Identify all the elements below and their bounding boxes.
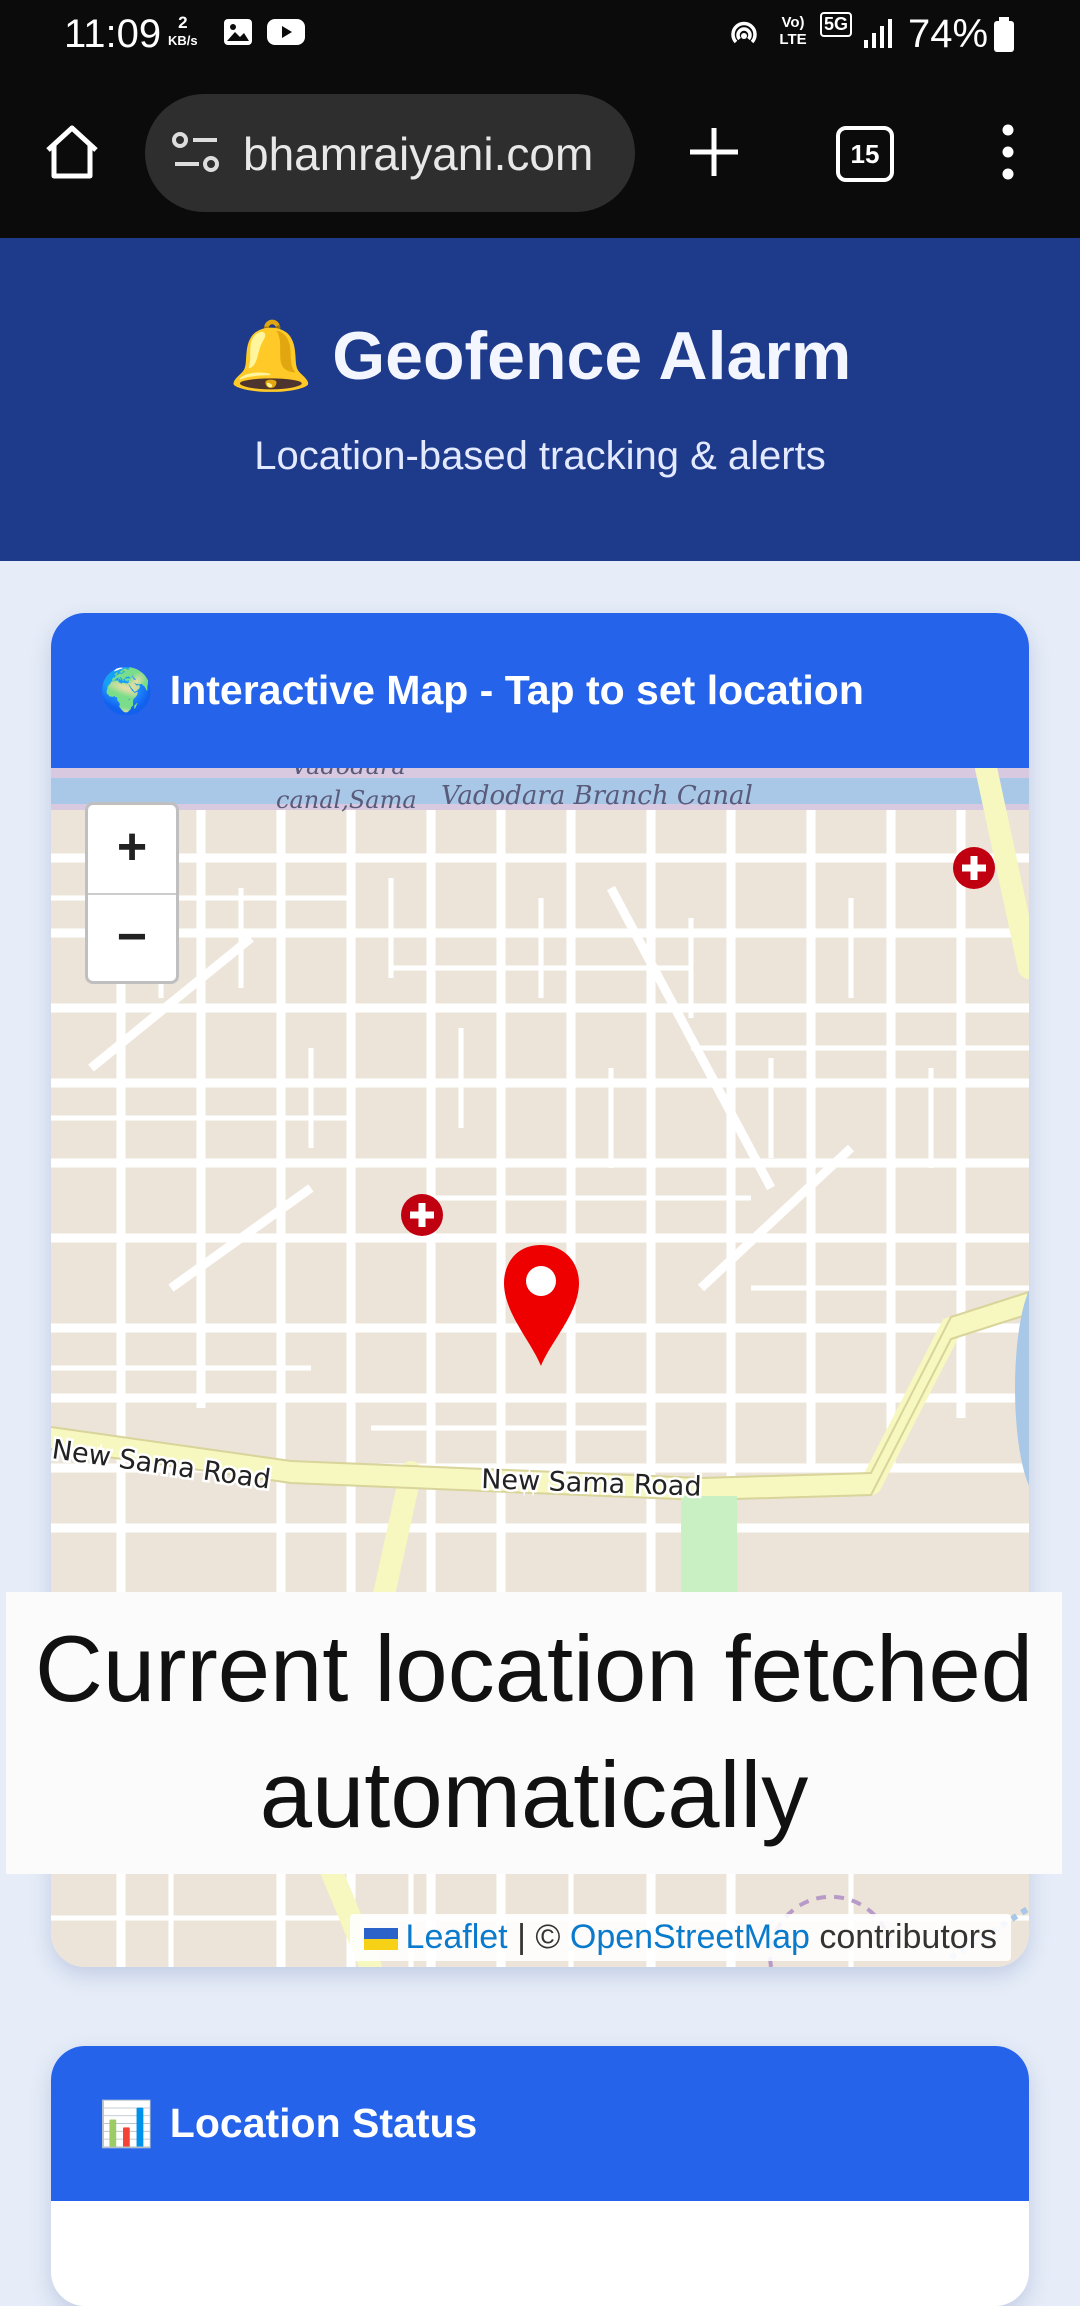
map-attribution: Leaflet | © OpenStreetMap contributors: [349, 1914, 1011, 1961]
status-card-title: Location Status: [169, 2100, 478, 2146]
map-card-header: 🌍 Interactive Map - Tap to set location: [51, 613, 1029, 768]
battery-icon: [994, 17, 1014, 52]
chart-icon: 📊: [99, 2099, 154, 2149]
hotspot-icon: [731, 21, 757, 44]
network-speed: 2 KB/s: [168, 14, 198, 50]
hospital-icon: [953, 847, 995, 889]
tab-switcher-button[interactable]: 15: [836, 126, 894, 182]
youtube-icon: [267, 19, 305, 45]
map-label-road: New Sama Road: [481, 1464, 702, 1503]
bell-icon: 🔔: [228, 318, 314, 394]
caption-line-2: automatically: [259, 1742, 809, 1847]
map-label-canal: canal,Sama: [276, 786, 417, 814]
caption-line-1: Current location fetched: [34, 1616, 1033, 1721]
attribution-separator: | ©: [517, 1918, 561, 1956]
hospital-icon: [401, 1194, 443, 1236]
status-card-header: 📊 Location Status: [51, 2046, 1029, 2201]
battery-percent: 74%: [908, 12, 989, 56]
caption-overlay: Current location fetched automatically: [6, 1592, 1062, 1874]
status-time: 11:09: [64, 12, 162, 56]
home-icon[interactable]: [40, 120, 104, 184]
map-label-canal: Vadodara: [291, 768, 406, 780]
network-speed-value: 2: [178, 13, 188, 32]
globe-icon: 🌍: [99, 666, 154, 716]
zoom-in-button[interactable]: +: [88, 805, 176, 895]
app-header: 🔔 Geofence Alarm Location-based tracking…: [0, 238, 1080, 561]
leaflet-link[interactable]: Leaflet: [406, 1918, 508, 1956]
volte-indicator: Vo) LTE: [779, 14, 807, 48]
new-tab-icon[interactable]: [684, 122, 744, 182]
zoom-control: + −: [85, 802, 179, 984]
browser-toolbar: bhamraiyani.com 15: [0, 70, 1080, 238]
status-bar: 11:09 2 KB/s Vo) LTE 5G 74%: [0, 0, 1080, 70]
site-settings-icon[interactable]: [171, 130, 221, 176]
more-menu-icon[interactable]: [990, 120, 1026, 184]
app-title-text: Geofence Alarm: [332, 318, 852, 394]
zoom-out-button[interactable]: −: [88, 895, 176, 981]
network-speed-unit: KB/s: [168, 33, 198, 48]
address-bar[interactable]: bhamraiyani.com: [145, 94, 635, 212]
ukraine-flag-icon: [363, 1928, 398, 1951]
app-title: 🔔 Geofence Alarm: [0, 316, 1080, 396]
signal-icon: [864, 19, 892, 48]
attribution-contributors: contributors: [819, 1918, 997, 1956]
location-status-card: 📊 Location Status: [51, 2046, 1029, 2306]
map-label-canal: Vadodara Branch Canal: [441, 781, 753, 811]
app-subtitle: Location-based tracking & alerts: [254, 434, 826, 478]
5g-indicator: 5G: [820, 12, 853, 37]
osm-link[interactable]: OpenStreetMap: [570, 1918, 810, 1956]
gallery-icon: [224, 19, 252, 45]
tab-count: 15: [850, 139, 880, 169]
map-card-title: Interactive Map - Tap to set location: [169, 667, 864, 713]
url-text[interactable]: bhamraiyani.com: [243, 127, 623, 181]
